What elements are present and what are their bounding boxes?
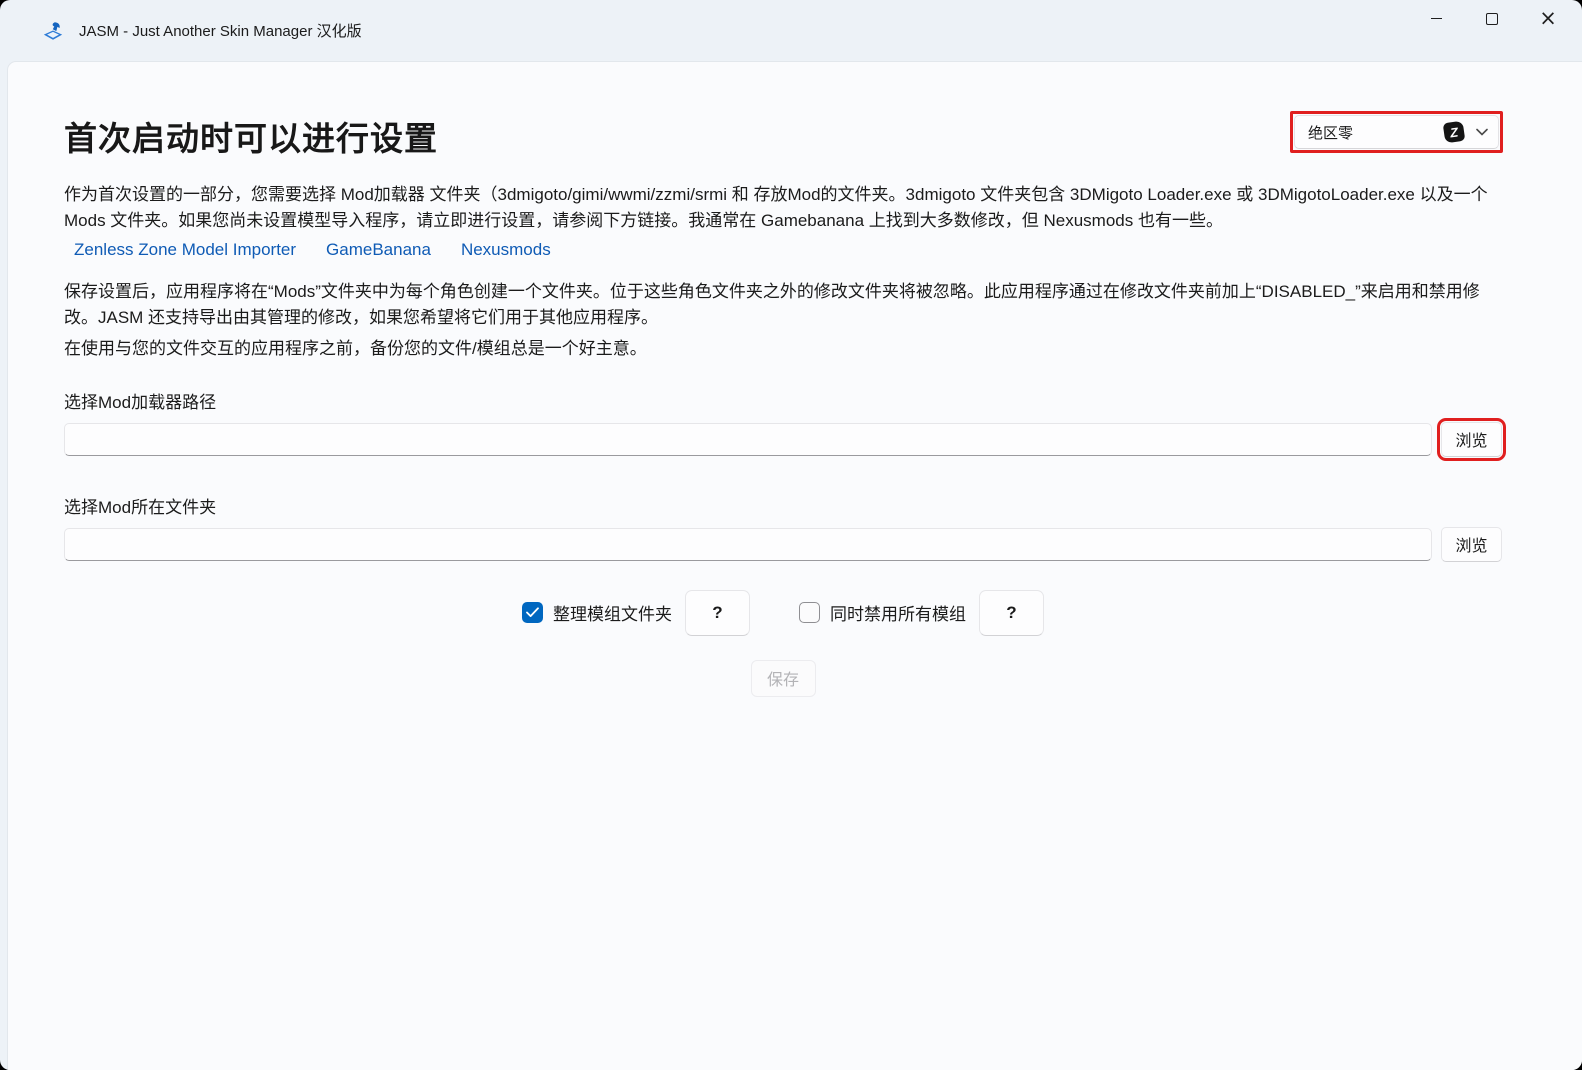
loader-path-input[interactable] — [64, 422, 1432, 456]
page-title: 首次启动时可以进行设置 — [64, 120, 438, 157]
save-row: 保存 — [64, 659, 1502, 697]
link-nexusmods[interactable]: Nexusmods — [461, 240, 551, 260]
close-button[interactable]: × — [1520, 0, 1576, 37]
organize-mods-label: 整理模组文件夹 — [553, 605, 672, 624]
chevron-down-icon — [1476, 128, 1488, 136]
game-selector-value: 绝区零 — [1308, 124, 1354, 142]
link-gamebanana[interactable]: GameBanana — [326, 240, 431, 260]
mods-folder-row: 浏览 — [64, 526, 1502, 562]
loader-path-label: 选择Mod加载器路径 — [64, 392, 217, 412]
minimize-button[interactable] — [1408, 0, 1464, 37]
intro-paragraph-3: 在使用与您的文件交互的应用程序之前，备份您的文件/模组总是一个好主意。 — [64, 339, 647, 358]
links-row: Zenless Zone Model Importer GameBanana N… — [64, 240, 1502, 260]
titlebar: JASM - Just Another Skin Manager 汉化版 × — [0, 0, 1582, 61]
app-window: JASM - Just Another Skin Manager 汉化版 × 绝… — [0, 0, 1582, 1070]
caption-buttons: × — [1408, 0, 1576, 37]
check-icon — [526, 607, 539, 617]
zzz-badge-icon: Z — [1442, 120, 1466, 144]
intro-paragraph-1: 作为首次设置的一部分，您需要选择 Mod加载器 文件夹（3dmigoto/gim… — [64, 185, 1488, 230]
organize-mods-checkbox[interactable] — [522, 602, 543, 623]
disable-all-mods-option: 同时禁用所有模组 ? — [799, 589, 1044, 636]
jasm-logo-icon — [43, 21, 63, 40]
link-zenless-zone-model-importer[interactable]: Zenless Zone Model Importer — [74, 240, 296, 260]
minimize-icon — [1430, 18, 1442, 19]
intro-paragraph-2: 保存设置后，应用程序将在“Mods”文件夹中为每个角色创建一个文件夹。位于这些角… — [64, 282, 1480, 327]
options-row: 整理模组文件夹 ? 同时禁用所有模组 ? — [64, 589, 1502, 636]
disable-all-mods-label: 同时禁用所有模组 — [830, 605, 966, 624]
save-button[interactable]: 保存 — [750, 659, 816, 697]
organize-mods-help-button[interactable]: ? — [685, 589, 750, 636]
organize-mods-option: 整理模组文件夹 ? — [522, 589, 750, 636]
mods-folder-label: 选择Mod所在文件夹 — [64, 497, 217, 517]
maximize-icon — [1486, 12, 1498, 25]
close-icon: × — [1539, 6, 1557, 30]
mods-folder-input[interactable] — [64, 527, 1432, 561]
disable-all-mods-help-button[interactable]: ? — [979, 589, 1044, 636]
mods-folder-browse-button[interactable]: 浏览 — [1441, 526, 1502, 562]
game-selector-dropdown[interactable]: 绝区零 Z — [1294, 115, 1499, 149]
game-selector-highlight: 绝区零 Z — [1290, 111, 1503, 153]
maximize-button[interactable] — [1464, 0, 1520, 37]
loader-path-browse-button[interactable]: 浏览 — [1437, 417, 1506, 461]
window-title: JASM - Just Another Skin Manager 汉化版 — [79, 23, 362, 40]
disable-all-mods-checkbox[interactable] — [799, 602, 820, 623]
content-panel: 绝区零 Z 首次启动时可以进行设置 作为首次设置的一部分，您需要选择 Mod加载… — [7, 61, 1582, 1070]
loader-path-row: 浏览 — [64, 417, 1506, 461]
